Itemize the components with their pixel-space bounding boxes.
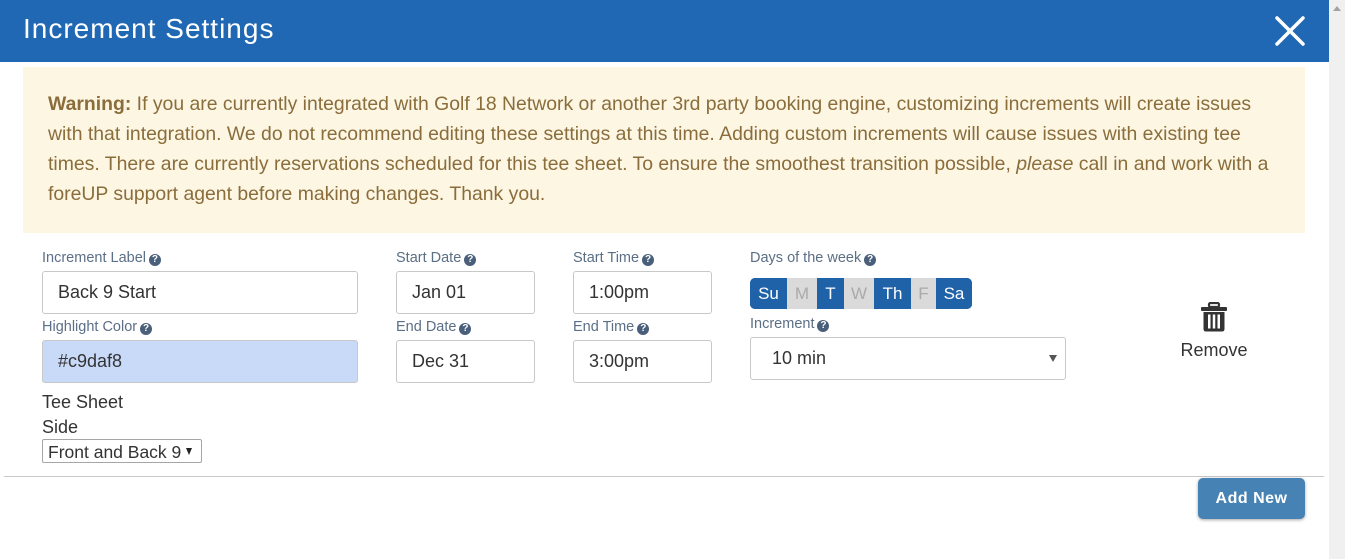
increment-settings-modal: Increment Settings Warning: If you are c… — [0, 0, 1329, 559]
start-date-input[interactable] — [396, 271, 535, 314]
modal-header: Increment Settings — [0, 0, 1329, 62]
end-time-label: End Time? — [573, 319, 650, 335]
add-new-button[interactable]: Add New — [1198, 478, 1305, 519]
vertical-scrollbar[interactable] — [1329, 0, 1345, 559]
tee-sheet-side-select[interactable]: Front and Back 9 — [42, 439, 202, 463]
day-toggle-su[interactable]: Su — [750, 278, 787, 309]
help-icon[interactable]: ? — [642, 254, 655, 266]
days-of-week-text: Days of the week — [750, 250, 862, 266]
increment-label-text: Increment Label — [42, 250, 146, 266]
days-of-week-toggle-group: Su M T W Th F Sa — [750, 278, 972, 309]
increment-label-input[interactable] — [42, 271, 358, 314]
tee-sheet-side-value: Front and Back 9 — [48, 442, 182, 462]
increment-select[interactable]: 10 min — [750, 337, 1066, 380]
end-time-input[interactable] — [573, 340, 712, 383]
tee-sheet-label-line2: Side — [42, 417, 79, 437]
warning-alert: Warning: If you are currently integrated… — [23, 67, 1305, 233]
start-time-label: Start Time? — [573, 250, 655, 266]
help-icon[interactable]: ? — [864, 254, 877, 266]
remove-label: Remove — [1180, 340, 1248, 360]
end-time-text: End Time — [573, 319, 635, 335]
footer-divider — [4, 476, 1324, 477]
highlight-color-label: Highlight Color? — [42, 319, 153, 335]
help-icon[interactable]: ? — [140, 323, 153, 335]
help-icon[interactable]: ? — [817, 320, 830, 332]
remove-button[interactable]: Remove — [1172, 302, 1256, 362]
increment-select-value: 10 min — [772, 348, 827, 368]
scroll-up-arrow-icon[interactable] — [1333, 6, 1341, 11]
modal-title: Increment Settings — [23, 13, 275, 44]
day-toggle-th[interactable]: Th — [874, 278, 911, 309]
help-icon[interactable]: ? — [637, 323, 650, 335]
day-toggle-sa[interactable]: Sa — [936, 278, 972, 309]
warning-emphasis: please — [1016, 153, 1074, 175]
dropdown-arrow-icon — [186, 448, 192, 455]
help-icon[interactable]: ? — [148, 254, 161, 266]
end-date-input[interactable] — [396, 340, 535, 383]
end-date-label: End Date? — [396, 319, 472, 335]
start-time-text: Start Time — [573, 250, 640, 266]
start-time-input[interactable] — [573, 271, 712, 314]
start-date-label: Start Date? — [396, 250, 477, 266]
close-button[interactable] — [1272, 13, 1308, 49]
warning-label: Warning: — [48, 93, 132, 115]
increment-label: Increment? — [750, 316, 830, 332]
start-date-text: Start Date — [396, 250, 462, 266]
dropdown-arrow-icon — [1049, 355, 1057, 362]
day-toggle-f[interactable]: F — [911, 278, 936, 309]
day-toggle-m[interactable]: M — [787, 278, 817, 309]
trash-icon — [1201, 302, 1227, 332]
close-x-icon — [1275, 16, 1305, 46]
days-of-week-label: Days of the week? — [750, 250, 877, 266]
highlight-color-text: Highlight Color — [42, 319, 138, 335]
highlight-color-input[interactable] — [42, 340, 358, 383]
tee-sheet-label-line1: Tee Sheet — [42, 392, 124, 412]
help-icon[interactable]: ? — [459, 323, 472, 335]
end-date-text: End Date — [396, 319, 457, 335]
increment-text: Increment — [750, 316, 815, 332]
increment-label-label: Increment Label? — [42, 250, 161, 266]
help-icon[interactable]: ? — [464, 254, 477, 266]
day-toggle-w[interactable]: W — [844, 278, 874, 309]
day-toggle-t[interactable]: T — [817, 278, 844, 309]
